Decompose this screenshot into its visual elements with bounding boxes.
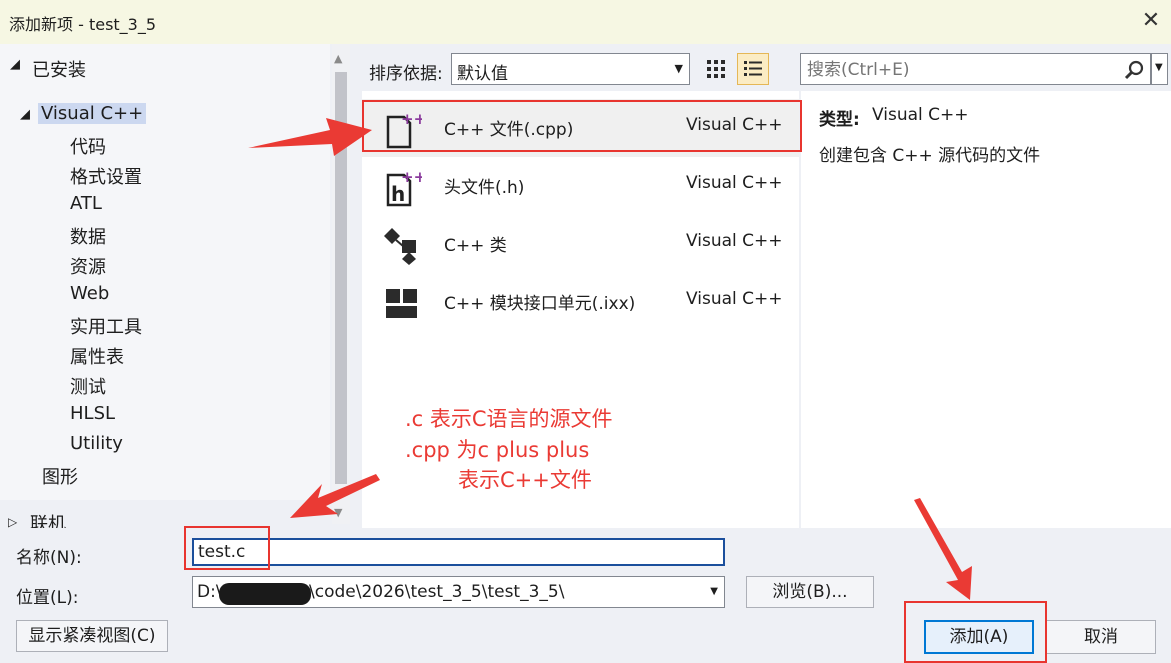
annotation-arrows: [248, 118, 972, 600]
annotation-line-3: 表示C++文件: [458, 468, 592, 492]
annotation-line-2: .cpp 为c plus plus: [405, 438, 590, 462]
arrow-to-cpp-icon: [248, 118, 372, 156]
annotation-line-1: .c 表示C语言的源文件: [405, 407, 613, 431]
arrow-to-add-icon: [914, 498, 972, 600]
arrow-to-name-icon: [290, 474, 380, 518]
